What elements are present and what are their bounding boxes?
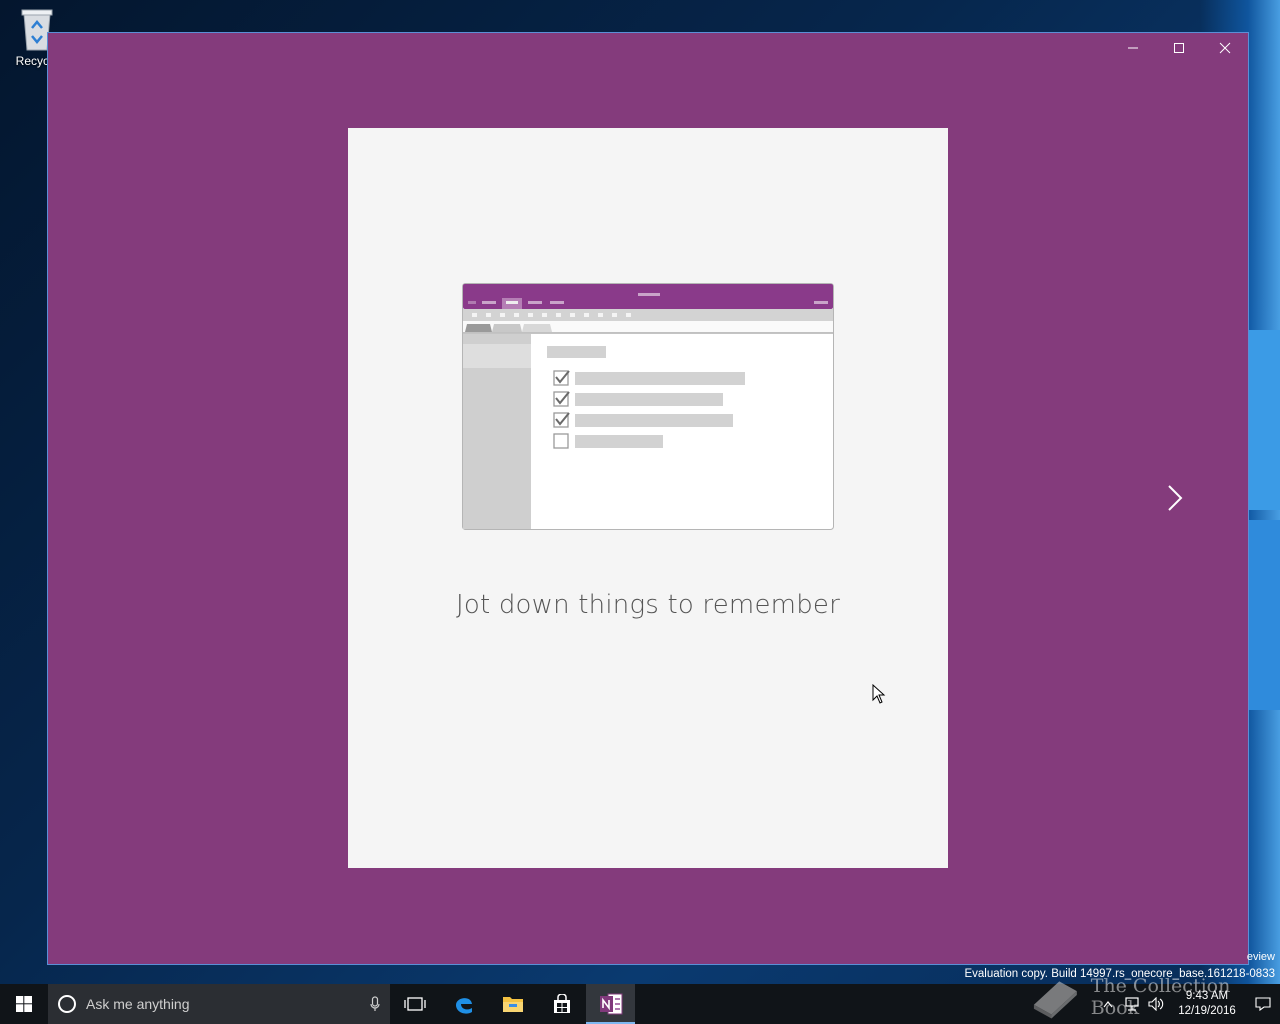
minimize-icon	[1128, 47, 1138, 49]
search-placeholder: Ask me anything	[86, 996, 190, 1012]
maximize-icon	[1174, 43, 1184, 53]
microphone-icon[interactable]	[370, 996, 380, 1012]
edge-icon	[455, 998, 472, 1014]
build-watermark-fragment: eview	[1246, 951, 1275, 963]
cortana-search-box[interactable]: Ask me anything	[48, 984, 390, 1024]
start-button[interactable]	[0, 984, 48, 1024]
close-icon	[1219, 42, 1231, 54]
chevron-right-icon	[1168, 485, 1183, 511]
onenote-icon	[599, 993, 622, 1015]
windows-logo-icon	[16, 996, 32, 1012]
file-explorer-button[interactable]	[488, 984, 537, 1024]
folder-icon	[502, 997, 523, 1012]
minimize-button[interactable]	[1110, 33, 1156, 63]
next-slide-button[interactable]	[1160, 479, 1190, 517]
close-button[interactable]	[1202, 33, 1248, 63]
cortana-icon	[58, 995, 76, 1013]
welcome-caption: Jot down things to remember	[456, 590, 840, 620]
store-icon	[553, 994, 570, 1013]
task-view-button[interactable]	[390, 984, 439, 1024]
welcome-card: Jot down things to remember	[348, 128, 948, 868]
onenote-window: Jot down things to remember	[47, 32, 1249, 965]
wallpaper-panel	[1248, 330, 1280, 510]
collection-book-text: The Collection Book	[1090, 975, 1231, 1019]
collection-book-watermark: The Collection Book	[1030, 975, 1280, 1019]
onenote-illustration	[462, 283, 834, 530]
store-button[interactable]	[537, 984, 586, 1024]
maximize-button[interactable]	[1156, 33, 1202, 63]
onenote-taskbar-button[interactable]	[586, 984, 635, 1024]
task-view-icon	[403, 997, 426, 1011]
edge-button[interactable]	[439, 984, 488, 1024]
window-controls	[1110, 33, 1248, 63]
wallpaper-panel	[1248, 520, 1280, 710]
book-icon	[1033, 981, 1077, 1019]
mouse-cursor-icon	[872, 683, 886, 708]
